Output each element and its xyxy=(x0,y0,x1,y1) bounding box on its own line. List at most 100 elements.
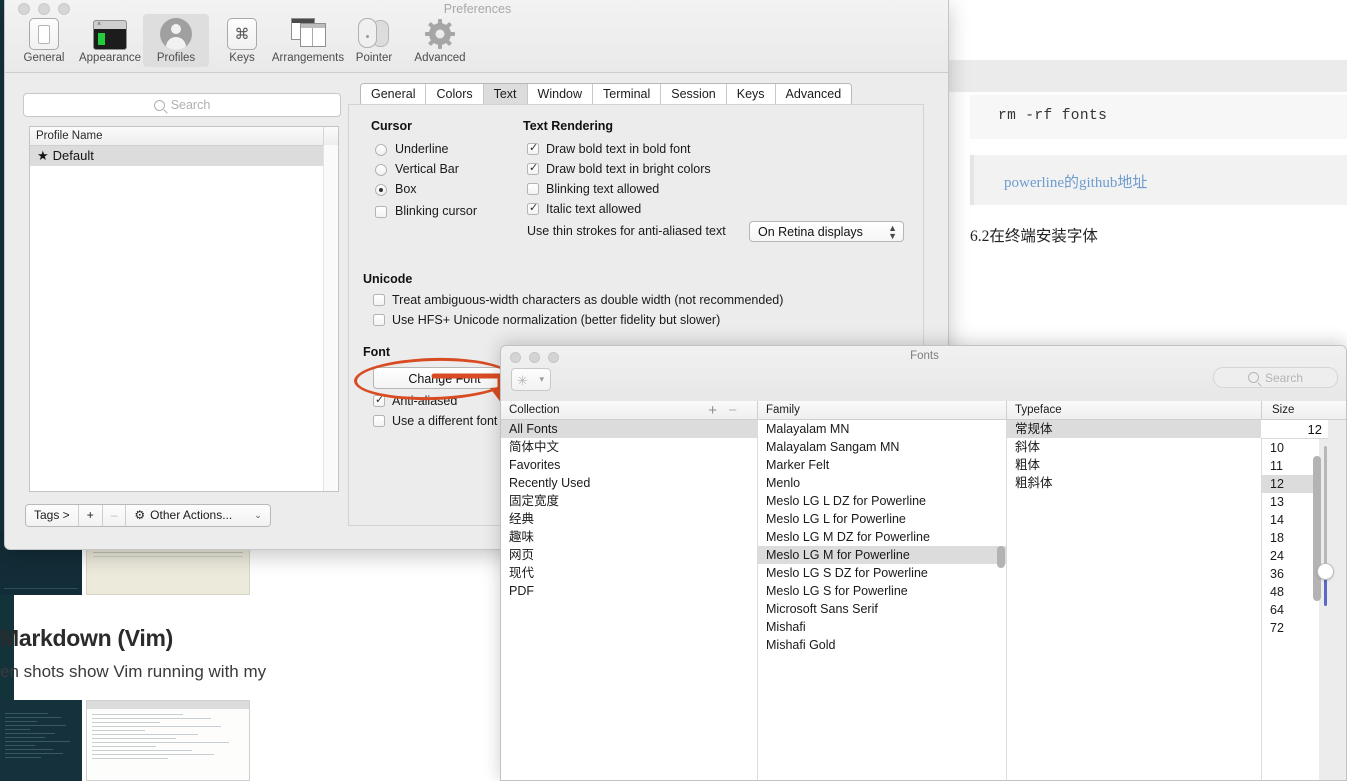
list-item[interactable]: 48 xyxy=(1262,583,1319,601)
size-list[interactable]: 10 11 12 13 14 18 24 36 48 64 72 xyxy=(1261,439,1319,780)
list-item[interactable]: 现代 xyxy=(501,564,757,582)
checkbox-italic-text-allowed[interactable] xyxy=(527,201,539,215)
list-item[interactable]: Meslo LG M for Powerline xyxy=(758,546,1006,564)
list-item[interactable]: Meslo LG S for Powerline xyxy=(758,582,1006,600)
tab-keys[interactable]: Keys xyxy=(726,84,776,105)
checkbox-use-different-font[interactable] xyxy=(373,415,385,427)
other-actions-button[interactable]: ⚙ Other Actions... ⌄ xyxy=(126,505,270,526)
checkbox-ambiguous-width[interactable] xyxy=(373,294,385,306)
list-item[interactable]: Mishafi xyxy=(758,618,1006,636)
thumbnail-text-lines xyxy=(5,713,77,761)
checkbox-anti-aliased[interactable] xyxy=(373,393,385,407)
thumbnail-text-lines xyxy=(92,714,244,762)
list-item[interactable]: 72 xyxy=(1262,619,1319,637)
remove-collection-icon[interactable]: − xyxy=(728,401,737,420)
list-item[interactable]: 斜体 xyxy=(1007,438,1261,456)
radio-vertical-bar[interactable] xyxy=(375,164,387,176)
toolbar-item-profiles[interactable]: Profiles xyxy=(143,14,209,67)
chevron-down-icon: ⌄ xyxy=(254,510,262,520)
toolbar-item-pointer[interactable]: Pointer xyxy=(341,14,407,67)
list-item[interactable]: 18 xyxy=(1262,529,1319,547)
tab-terminal[interactable]: Terminal xyxy=(593,84,662,105)
list-item[interactable]: Menlo xyxy=(758,474,1006,492)
list-item[interactable]: 粗体 xyxy=(1007,456,1261,474)
list-item[interactable]: 经典 xyxy=(501,510,757,528)
toolbar-label: Keys xyxy=(229,52,255,64)
toolbar-item-arrangements[interactable]: Arrangements xyxy=(272,14,344,67)
collection-list[interactable]: All Fonts 简体中文 Favorites Recently Used 固… xyxy=(501,420,757,780)
monitor-icon xyxy=(27,16,61,50)
column-header-typeface: Typeface xyxy=(1006,401,1261,420)
list-item[interactable]: 13 xyxy=(1262,493,1319,511)
size-slider-track[interactable] xyxy=(1324,446,1327,571)
list-item[interactable]: Meslo LG S DZ for Powerline xyxy=(758,564,1006,582)
list-item[interactable]: All Fonts xyxy=(501,420,757,438)
tab-colors[interactable]: Colors xyxy=(426,84,484,105)
tab-advanced[interactable]: Advanced xyxy=(775,84,852,105)
list-item[interactable]: Recently Used xyxy=(501,474,757,492)
list-item[interactable]: Malayalam Sangam MN xyxy=(758,438,1006,456)
checkbox-hfs-normalization[interactable] xyxy=(373,314,385,326)
toolbar-item-advanced[interactable]: Advanced xyxy=(407,14,473,67)
list-item[interactable]: 网页 xyxy=(501,546,757,564)
list-item[interactable]: 简体中文 xyxy=(501,438,757,456)
list-item[interactable]: PDF xyxy=(501,582,757,600)
add-profile-button[interactable]: + xyxy=(78,505,103,526)
checkbox-draw-bold-bright-colors[interactable] xyxy=(527,161,539,175)
list-item[interactable]: 12 xyxy=(1262,475,1319,493)
add-collection-icon[interactable]: + xyxy=(708,401,717,420)
list-item[interactable]: Mishafi Gold xyxy=(758,636,1006,654)
toolbar-item-appearance[interactable]: × Appearance xyxy=(77,14,143,67)
toolbar-item-general[interactable]: General xyxy=(11,14,77,67)
list-item[interactable]: Meslo LG L for Powerline xyxy=(758,510,1006,528)
list-item[interactable]: 14 xyxy=(1262,511,1319,529)
change-font-button[interactable]: Change Font xyxy=(373,367,516,389)
list-item[interactable]: Malayalam MN xyxy=(758,420,1006,438)
font-size-input[interactable]: 12 xyxy=(1261,420,1328,439)
checkbox-blinking-cursor[interactable] xyxy=(375,206,387,218)
family-list[interactable]: Malayalam MN Malayalam Sangam MN Marker … xyxy=(757,420,1006,780)
list-item[interactable]: Meslo LG L DZ for Powerline xyxy=(758,492,1006,510)
label-underline: Underline xyxy=(395,142,449,156)
list-item[interactable]: 11 xyxy=(1262,457,1319,475)
tab-text[interactable]: Text xyxy=(483,84,528,105)
list-item[interactable]: Marker Felt xyxy=(758,456,1006,474)
list-item[interactable]: 趣味 xyxy=(501,528,757,546)
list-item[interactable]: 24 xyxy=(1262,547,1319,565)
typeface-list[interactable]: 常规体 斜体 粗体 粗斜体 xyxy=(1006,420,1261,780)
thin-strokes-dropdown[interactable]: On Retina displays ▲ ▼ xyxy=(749,221,904,242)
size-slider-knob[interactable] xyxy=(1317,563,1334,580)
tab-session[interactable]: Session xyxy=(661,84,727,105)
list-item[interactable]: Microsoft Sans Serif xyxy=(758,600,1006,618)
profile-search-input[interactable]: Search xyxy=(23,93,341,117)
list-item[interactable]: Meslo LG M DZ for Powerline xyxy=(758,528,1006,546)
profile-table: Profile Name ★ Default xyxy=(29,126,339,492)
screen-root: ? rm -rf fonts powerline的github地址 6.2在终端… xyxy=(0,0,1347,781)
powerline-github-link[interactable]: powerline的github地址 xyxy=(1004,171,1147,192)
list-item[interactable]: 36 xyxy=(1262,565,1319,583)
tags-button[interactable]: Tags > xyxy=(26,505,79,526)
radio-underline[interactable] xyxy=(375,144,387,156)
radio-box[interactable] xyxy=(375,184,387,196)
table-row[interactable]: ★ Default xyxy=(30,146,338,166)
checkbox-blinking-text-allowed[interactable] xyxy=(527,183,539,195)
list-item[interactable]: 常规体 xyxy=(1007,420,1261,438)
list-item[interactable]: 10 xyxy=(1262,439,1319,457)
profile-table-scrollbar[interactable] xyxy=(323,145,338,491)
size-list-scrollbar-thumb[interactable] xyxy=(1313,456,1321,601)
profile-name: Default xyxy=(52,148,94,163)
list-item[interactable]: 粗斜体 xyxy=(1007,474,1261,492)
label-draw-bold-bright-colors: Draw bold text in bright colors xyxy=(546,162,711,176)
toolbar-label: Appearance xyxy=(78,52,142,64)
list-item[interactable]: 固定宽度 xyxy=(501,492,757,510)
checkbox-draw-bold-in-bold-font[interactable] xyxy=(527,141,539,155)
list-item[interactable]: 64 xyxy=(1262,601,1319,619)
fonts-action-menu-button[interactable]: ✳ ▾ xyxy=(511,368,551,391)
family-scrollbar-thumb[interactable] xyxy=(997,546,1005,568)
tab-general[interactable]: General xyxy=(361,84,427,105)
toolbar-item-keys[interactable]: ⌘ Keys xyxy=(209,14,275,67)
fonts-search-input[interactable]: Search xyxy=(1213,367,1338,388)
profile-bottom-toolbar: Tags > + – ⚙ Other Actions... ⌄ xyxy=(25,504,271,527)
list-item[interactable]: Favorites xyxy=(501,456,757,474)
tab-window[interactable]: Window xyxy=(527,84,594,105)
